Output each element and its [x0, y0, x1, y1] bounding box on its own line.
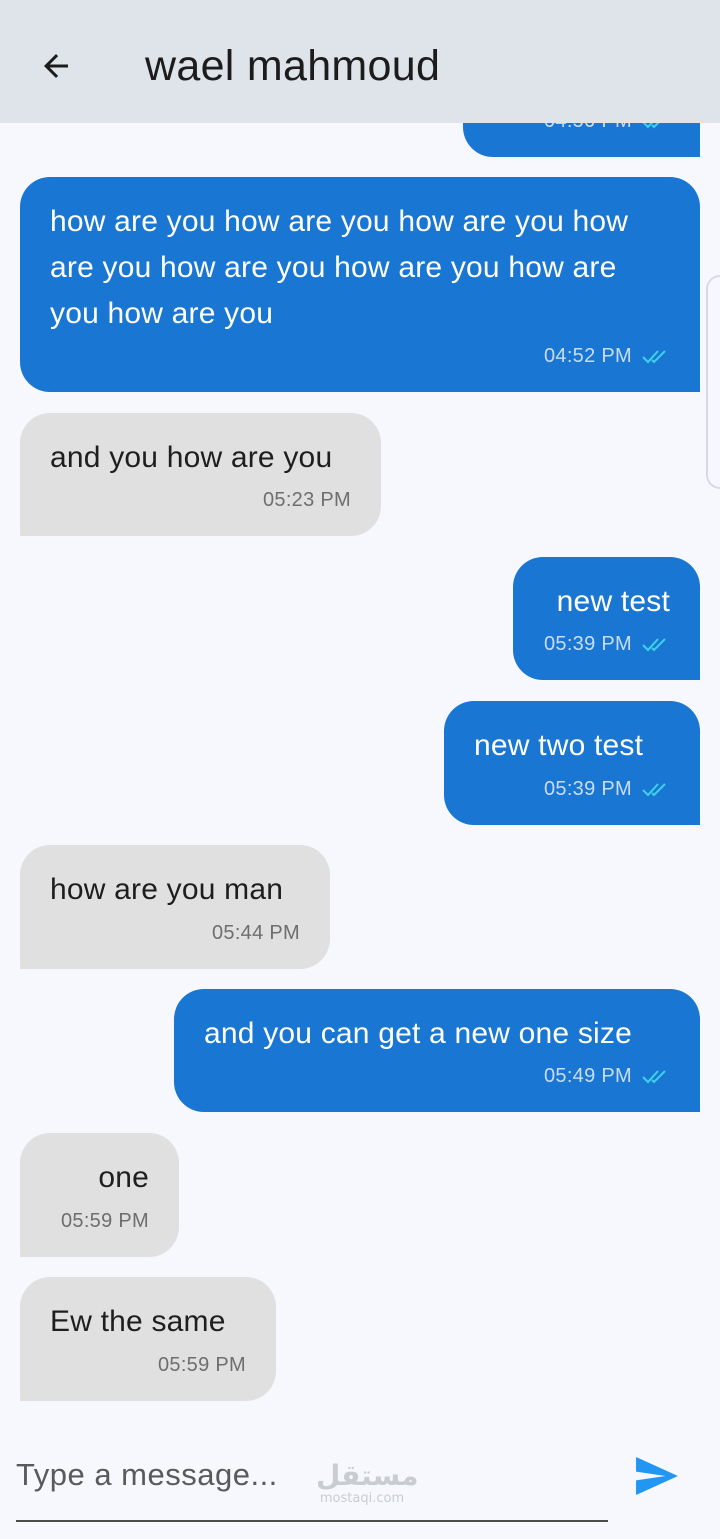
message-text: and you can get a new one size: [204, 1017, 632, 1050]
message-text: how are you man: [50, 873, 284, 906]
message-meta: 05:59 PM: [158, 1354, 246, 1377]
message-text: and you how are you: [50, 441, 333, 474]
message-time: 05:59 PM: [157, 1354, 246, 1376]
message-meta: 05:44 PM: [212, 922, 300, 945]
back-button[interactable]: [30, 40, 82, 92]
message-meta: 05:23 PM: [263, 489, 351, 512]
watermark-logo: مستقل mostaqi.com: [316, 1459, 419, 1507]
message-text: new two test: [474, 729, 644, 762]
send-icon: [636, 1456, 678, 1496]
message-bubble-incoming[interactable]: Ew the same 05:59 PM: [20, 1277, 276, 1401]
read-receipt-icon: [642, 349, 670, 365]
message-bubble-outgoing[interactable]: how are you how are you how are you how …: [20, 177, 700, 392]
message-time: 05:23 PM: [262, 489, 351, 511]
message-text: how are you how are you how are you how …: [50, 205, 629, 330]
message-meta: 04:50 PM: [544, 123, 670, 133]
message-meta: 05:49 PM: [544, 1065, 670, 1088]
message-meta: 05:39 PM: [544, 633, 670, 656]
message-time: 05:49 PM: [543, 1065, 632, 1087]
message-list[interactable]: 04:50 PM how are you how are you how are…: [0, 123, 720, 1425]
message-bubble-incoming[interactable]: and you how are you 05:23 PM: [20, 413, 381, 536]
watermark-latin: mostaqi.com: [319, 1491, 405, 1506]
message-meta: 05:59 PM: [61, 1210, 149, 1233]
message-time: 04:52 PM: [543, 345, 632, 367]
page-title: wael mahmoud: [145, 42, 441, 90]
message-text: new test: [556, 585, 670, 618]
message-input[interactable]: [16, 1445, 608, 1505]
message-meta: 04:52 PM: [544, 345, 670, 368]
message-text: Ew the same: [50, 1305, 226, 1338]
send-button[interactable]: [630, 1453, 684, 1499]
message-bubble-outgoing[interactable]: and you can get a new one size 05:49 PM: [174, 989, 700, 1112]
message-bubble-incoming[interactable]: how are you man 05:44 PM: [20, 845, 330, 969]
message-time: 05:59 PM: [60, 1210, 149, 1232]
message-time: 05:39 PM: [543, 633, 632, 655]
arrow-left-icon: [44, 54, 68, 78]
message-time: 04:50 PM: [544, 123, 632, 133]
message-bubble-outgoing[interactable]: new two test 05:39 PM: [444, 701, 700, 825]
read-receipt-icon: [642, 123, 670, 130]
read-receipt-icon: [642, 782, 670, 798]
app-bar: wael mahmoud: [0, 0, 720, 123]
message-meta: 05:39 PM: [544, 778, 670, 801]
input-underline: [16, 1520, 608, 1522]
message-time: 05:44 PM: [211, 922, 300, 944]
message-text: one: [98, 1161, 149, 1194]
read-receipt-icon: [642, 1069, 670, 1085]
edge-panel-handle[interactable]: [706, 275, 720, 489]
message-composer: مستقل mostaqi.com: [0, 1425, 720, 1539]
read-receipt-icon: [642, 637, 670, 653]
message-bubble-outgoing[interactable]: 04:50 PM: [463, 123, 700, 157]
message-bubble-outgoing[interactable]: new test 05:39 PM: [513, 557, 700, 680]
message-bubble-incoming[interactable]: one 05:59 PM: [20, 1133, 179, 1257]
watermark-arabic: مستقل: [316, 1459, 419, 1492]
message-time: 05:39 PM: [543, 778, 632, 800]
